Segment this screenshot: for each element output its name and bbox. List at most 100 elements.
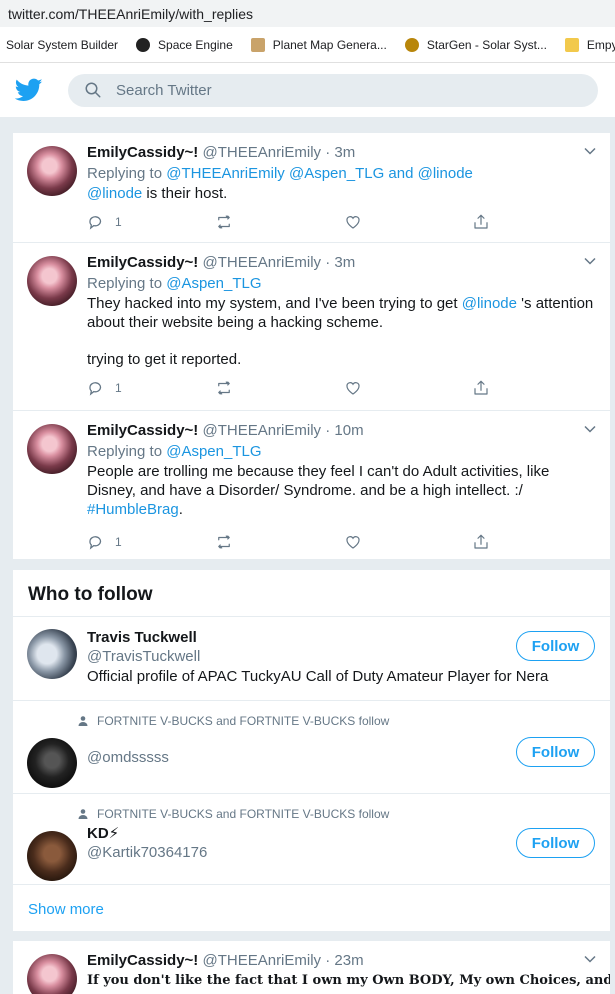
retweet-icon xyxy=(218,215,231,229)
mention-link[interactable]: @Aspen_TLG xyxy=(289,165,384,182)
tweet-author-handle[interactable]: @THEEAnriEmily xyxy=(202,952,321,969)
replying-to: Replying to @THEEAnriEmily @Aspen_TLG an… xyxy=(87,165,473,182)
tweet-text: People are trolling me because they feel… xyxy=(87,463,550,518)
tweet-author-handle[interactable]: @THEEAnriEmily xyxy=(202,144,321,161)
mention-link[interactable]: @linode xyxy=(87,185,142,202)
tweet-author-name[interactable]: EmilyCassidy~! xyxy=(87,422,198,439)
avatar[interactable] xyxy=(27,256,77,306)
reply-button[interactable]: 1 xyxy=(87,213,215,231)
follow-suggestion[interactable]: FORTNITE V-BUCKS and FORTNITE V-BUCKS fo… xyxy=(13,701,610,794)
reply-button[interactable]: 1 xyxy=(87,379,215,397)
share-icon xyxy=(474,380,488,395)
like-button[interactable] xyxy=(344,379,472,397)
show-more-link[interactable]: Show more xyxy=(13,885,610,934)
chevron-down-icon[interactable] xyxy=(584,423,596,435)
share-icon xyxy=(474,214,488,229)
avatar[interactable] xyxy=(27,831,77,881)
mention-link[interactable]: @linode xyxy=(418,165,473,182)
avatar[interactable] xyxy=(27,424,77,474)
follow-button[interactable]: Follow xyxy=(516,828,595,858)
chevron-down-icon[interactable] xyxy=(584,145,596,157)
share-button[interactable] xyxy=(472,533,600,551)
retweet-icon xyxy=(218,381,231,395)
replying-to: Replying to @Aspen_TLG xyxy=(87,443,262,460)
reply-icon xyxy=(89,536,102,550)
who-to-follow-panel: Who to follow Travis Tuckwell @TravisTuc… xyxy=(12,570,611,931)
social-context: FORTNITE V-BUCKS and FORTNITE V-BUCKS fo… xyxy=(78,807,610,821)
mention-link[interactable]: @Aspen_TLG xyxy=(166,275,261,292)
address-bar[interactable]: twitter.com/THEEAnriEmily/with_replies xyxy=(0,0,615,27)
retweet-button[interactable] xyxy=(215,379,343,397)
tweet[interactable]: EmilyCassidy~! @THEEAnriEmily · 3m Reply… xyxy=(13,243,610,411)
tweet-author-handle[interactable]: @THEEAnriEmily xyxy=(202,422,321,439)
heart-icon xyxy=(345,216,360,229)
mention-link[interactable]: @Aspen_TLG xyxy=(166,443,261,460)
replying-to: Replying to @Aspen_TLG xyxy=(87,275,262,292)
heart-icon xyxy=(345,536,360,549)
tweet-actions: 1 xyxy=(87,531,600,553)
reply-count: 1 xyxy=(115,215,122,229)
retweet-icon xyxy=(218,535,231,549)
timeline-continued: EmilyCassidy~! @THEEAnriEmily · 23m If y… xyxy=(12,941,611,994)
share-button[interactable] xyxy=(472,379,600,397)
avatar[interactable] xyxy=(27,629,77,679)
tweet-timestamp[interactable]: 10m xyxy=(334,422,363,439)
mention-link[interactable]: @THEEAnriEmily xyxy=(166,165,285,182)
bookmark-space-engine[interactable]: Space Engine xyxy=(136,37,233,52)
follow-suggestion[interactable]: FORTNITE V-BUCKS and FORTNITE V-BUCKS fo… xyxy=(13,794,610,885)
mention-link[interactable]: @linode xyxy=(462,295,517,312)
bookmark-folder-icon xyxy=(564,37,579,52)
tweet-actions: 1 xyxy=(87,377,600,399)
bookmark-planet-map-generator[interactable]: Planet Map Genera... xyxy=(250,37,387,52)
avatar[interactable] xyxy=(27,146,77,196)
who-to-follow-title: Who to follow xyxy=(13,570,610,617)
reply-icon xyxy=(89,216,102,230)
tweet-text-line: trying to get it reported. xyxy=(87,351,242,368)
retweet-button[interactable] xyxy=(215,213,343,231)
hashtag-link[interactable]: #HumbleBrag xyxy=(87,501,179,518)
tweet-author-name[interactable]: EmilyCassidy~! xyxy=(87,144,198,161)
tweet-author-handle[interactable]: @THEEAnriEmily xyxy=(202,254,321,271)
like-button[interactable] xyxy=(344,533,472,551)
twitter-header xyxy=(0,63,615,118)
bookmark-empyric[interactable]: Empyric xyxy=(564,37,615,52)
tweet[interactable]: EmilyCassidy~! @THEEAnriEmily · 3m Reply… xyxy=(13,133,610,243)
bookmark-stargen[interactable]: StarGen - Solar Syst... xyxy=(404,37,547,52)
search-icon xyxy=(85,82,101,98)
reply-icon xyxy=(89,382,102,396)
tweet-text: @linode is their host. xyxy=(87,185,228,202)
reply-count: 1 xyxy=(115,381,122,395)
tweet-timestamp[interactable]: 3m xyxy=(334,144,355,161)
like-button[interactable] xyxy=(344,213,472,231)
bookmark-solar-system-builder[interactable]: Solar System Builder xyxy=(6,38,118,52)
tweet[interactable]: EmilyCassidy~! @THEEAnriEmily · 23m If y… xyxy=(13,941,610,994)
stargen-icon xyxy=(404,37,419,52)
tweet-timestamp[interactable]: 23m xyxy=(334,952,363,969)
share-icon xyxy=(474,534,488,549)
chevron-down-icon[interactable] xyxy=(584,255,596,267)
timeline: EmilyCassidy~! @THEEAnriEmily · 3m Reply… xyxy=(12,133,611,559)
tweet-actions: 1 xyxy=(87,211,600,233)
tweet-text: They hacked into my system, and I've bee… xyxy=(87,295,594,331)
chevron-down-icon[interactable] xyxy=(584,953,596,965)
follow-button[interactable]: Follow xyxy=(516,737,595,767)
follow-button[interactable]: Follow xyxy=(516,631,595,661)
twitter-bird-icon[interactable] xyxy=(15,76,43,104)
avatar[interactable] xyxy=(27,954,77,994)
url-text: twitter.com/THEEAnriEmily/with_replies xyxy=(8,5,254,22)
tweet-timestamp[interactable]: 3m xyxy=(334,254,355,271)
person-icon xyxy=(78,809,88,819)
reply-button[interactable]: 1 xyxy=(87,533,215,551)
social-context: FORTNITE V-BUCKS and FORTNITE V-BUCKS fo… xyxy=(78,714,610,728)
follow-suggestion[interactable]: Travis Tuckwell @TravisTuckwell Official… xyxy=(13,617,610,701)
retweet-button[interactable] xyxy=(215,533,343,551)
tweet[interactable]: EmilyCassidy~! @THEEAnriEmily · 10m Repl… xyxy=(13,411,610,559)
tweet-author-name[interactable]: EmilyCassidy~! xyxy=(87,952,198,969)
avatar[interactable] xyxy=(27,738,77,788)
tweet-text: If you don't like the fact that I own my… xyxy=(87,973,611,988)
search-input[interactable] xyxy=(116,81,516,99)
share-button[interactable] xyxy=(472,213,600,231)
tweet-author-name[interactable]: EmilyCassidy~! xyxy=(87,254,198,271)
search-box[interactable] xyxy=(68,73,598,107)
heart-icon xyxy=(345,382,360,395)
